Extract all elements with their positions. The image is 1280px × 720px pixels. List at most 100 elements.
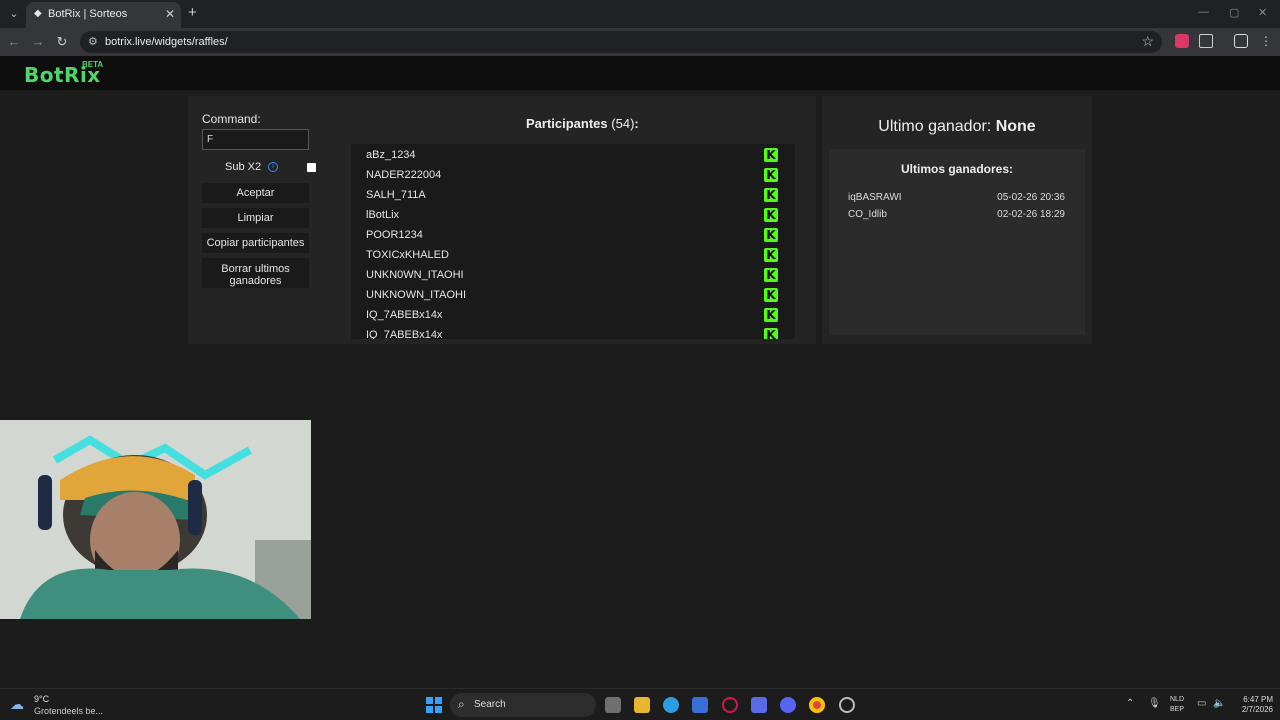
weather-desc[interactable]: Grotendeels be... [34, 706, 103, 716]
last-winner: Ultimo ganador: None [822, 118, 1092, 136]
task-view-icon[interactable] [605, 697, 621, 713]
windows-start-icon[interactable] [426, 697, 442, 713]
system-clock[interactable]: 6:47 PM 2/7/2026 [1231, 695, 1273, 715]
weather-cloud-icon[interactable]: ☁ [10, 696, 24, 713]
participant-row[interactable]: aBz_1234 K [351, 145, 781, 165]
tab-title: BotRix | Sorteos [48, 8, 128, 20]
clear-button[interactable]: Limpiar [202, 208, 309, 228]
language-indicator[interactable]: NLD BEP [1170, 695, 1184, 715]
participant-name: aBz_1234 [366, 149, 416, 161]
chrome-icon[interactable] [809, 697, 825, 713]
store-icon[interactable] [692, 697, 708, 713]
raffle-panel: Command: Sub X2 i Aceptar Limpiar Copiar… [188, 96, 816, 344]
participant-name: TOXICxKHALED [366, 249, 449, 261]
display-icon[interactable]: ▭ [1197, 698, 1206, 709]
kick-icon: K [764, 328, 778, 339]
forward-icon[interactable]: → [30, 34, 46, 49]
command-label: Command: [202, 112, 261, 126]
beta-badge: BETA [82, 60, 104, 69]
recent-winner-date: 02-02-26 18:29 [997, 209, 1065, 220]
participant-row[interactable]: SALH_711A K [351, 185, 781, 205]
taskbar-search[interactable]: ⌕ Search [450, 693, 596, 717]
maximize-icon[interactable]: ▢ [1229, 6, 1239, 19]
minimize-icon[interactable]: — [1198, 6, 1209, 18]
kick-icon: K [764, 248, 778, 262]
extension-icon[interactable] [1175, 34, 1189, 48]
sub-x2-label: Sub X2 [225, 161, 262, 173]
copy-participants-button[interactable]: Copiar participantes [202, 233, 309, 253]
info-icon[interactable]: i [268, 162, 278, 172]
site-info-icon[interactable]: ⚙ [88, 35, 98, 48]
participant-name: IQ_7ABEBx14x [366, 309, 443, 321]
kick-icon: K [764, 308, 778, 322]
kick-icon: K [764, 188, 778, 202]
kick-icon: K [764, 268, 778, 282]
tab-search-icon[interactable]: ⌄ [4, 4, 24, 24]
participant-row[interactable]: IQ_7ABEBx14x K [351, 325, 781, 339]
weather-temp[interactable]: 9°C [34, 694, 49, 704]
participant-row[interactable]: TOXICxKHALED K [351, 245, 781, 265]
search-label: Search [474, 699, 506, 710]
sub-x2-checkbox[interactable] [307, 163, 316, 172]
participant-name: NADER222004 [366, 169, 442, 181]
back-icon[interactable]: ← [6, 34, 22, 49]
clock-time: 6:47 PM [1243, 695, 1273, 704]
opera-icon[interactable] [722, 697, 738, 713]
address-bar[interactable]: ⚙ botrix.live/widgets/raffles/ ☆ [80, 31, 1162, 53]
clock-date: 2/7/2026 [1241, 705, 1273, 714]
delete-line-1: Borrar ultimos [221, 262, 290, 275]
reload-icon[interactable]: ↻ [54, 34, 70, 50]
command-input[interactable] [202, 129, 309, 150]
file-explorer-icon[interactable] [634, 697, 650, 713]
new-tab-button[interactable]: + [188, 4, 197, 21]
last-winner-value: None [995, 118, 1036, 135]
delete-recent-winners-button[interactable]: Borrar ultimos ganadores [202, 258, 309, 288]
speaker-icon[interactable]: 🔈 [1213, 698, 1225, 709]
kick-icon: K [764, 148, 778, 162]
site-header: BotRix BETA [0, 56, 1280, 90]
edge-icon[interactable] [663, 697, 679, 713]
extensions-puzzle-icon[interactable] [1199, 34, 1213, 48]
recent-winner-date: 05-02-26 20:36 [997, 192, 1065, 203]
windows-taskbar: ☁ 9°C Grotendeels be... ⌕ Search ⌃ 🎙 NLD… [0, 688, 1280, 720]
participant-row[interactable]: IQ_7ABEBx14x K [351, 305, 781, 325]
discord-icon[interactable] [780, 697, 796, 713]
participants-count: (54) [611, 116, 635, 131]
browser-toolbar: ← → ↻ ⚙ botrix.live/widgets/raffles/ ☆ [0, 28, 1280, 56]
lang-code: NLD [1170, 696, 1185, 703]
botrix-favicon-icon: ◆ [34, 8, 42, 19]
participant-row[interactable]: NADER222004 K [351, 165, 781, 185]
participant-row[interactable]: POOR1234 K [351, 225, 781, 245]
kick-icon: K [764, 208, 778, 222]
url-text[interactable]: botrix.live/widgets/raffles/ [105, 36, 228, 48]
participant-row[interactable]: UNKN0WN_ITAOHI K [351, 265, 781, 285]
close-window-icon[interactable]: ✕ [1258, 6, 1267, 19]
participant-row[interactable]: UNKNOWN_ITAOHI K [351, 285, 781, 305]
browser-tabbar: ⌄ ◆ BotRix | Sorteos ✕ + — ▢ ✕ [0, 0, 1280, 28]
delete-line-2: ganadores [229, 274, 282, 287]
tab-close-icon[interactable]: ✕ [165, 7, 175, 21]
webcam-image [0, 420, 311, 619]
recent-winners-box: Ultimos ganadores: iqBASRAWI 05-02-26 20:… [829, 149, 1085, 335]
accept-button[interactable]: Aceptar [202, 183, 309, 203]
participants-title: Participantes (54): [526, 116, 639, 131]
obs-icon[interactable] [839, 697, 855, 713]
profile-icon[interactable] [1234, 34, 1248, 48]
participant-name: IQ_7ABEBx14x [366, 329, 443, 339]
keyboard-code: BEP [1170, 706, 1185, 713]
participant-row[interactable]: lBotLix K [351, 205, 781, 225]
webcam-feed [0, 420, 311, 619]
microphone-icon[interactable]: 🎙 [1148, 698, 1161, 709]
participants-list[interactable]: ▲ ▼ aBz_1234KNADER222004KSALH_711AKlBotL… [351, 144, 795, 339]
participants-label: Participantes [526, 116, 608, 131]
browser-tab[interactable]: ◆ BotRix | Sorteos ✕ [26, 2, 181, 28]
app-icon[interactable] [751, 697, 767, 713]
bookmark-star-icon[interactable]: ☆ [1141, 33, 1154, 50]
participant-name: lBotLix [366, 209, 400, 221]
menu-kebab-icon[interactable]: ⋮ [1259, 34, 1273, 48]
participant-name: UNKN0WN_ITAOHI [366, 269, 464, 281]
winners-panel: Ultimo ganador: None Ultimos ganadores: … [822, 96, 1092, 344]
tray-chevron-icon[interactable]: ⌃ [1126, 698, 1134, 709]
kick-icon: K [764, 228, 778, 242]
participant-name: UNKNOWN_ITAOHI [366, 289, 467, 301]
